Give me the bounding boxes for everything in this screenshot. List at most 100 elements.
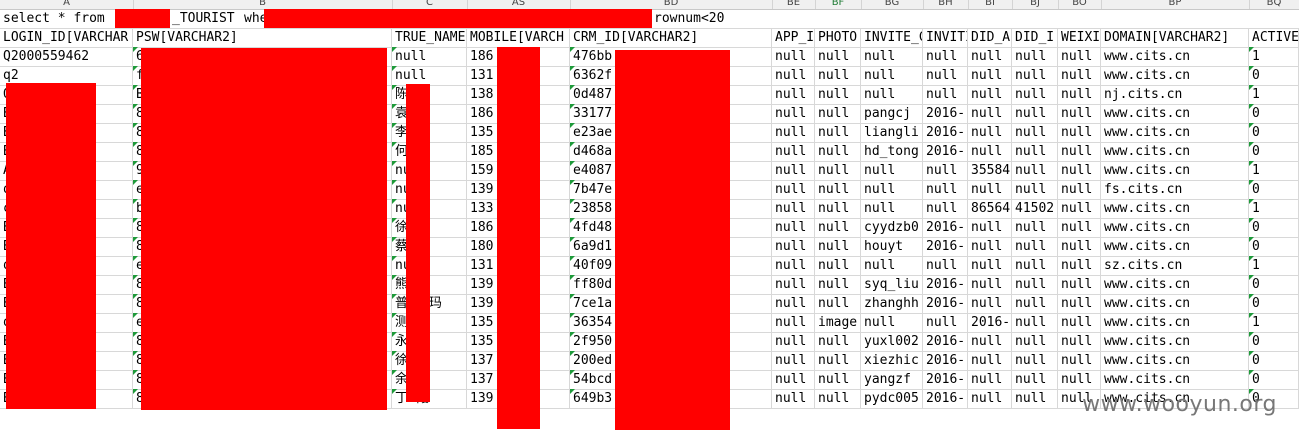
- cell[interactable]: null: [815, 199, 861, 218]
- cell[interactable]: null: [923, 85, 968, 104]
- cell[interactable]: www.cits.cn: [1101, 104, 1249, 123]
- cell[interactable]: null: [772, 370, 815, 389]
- cell[interactable]: 0: [1249, 66, 1299, 85]
- cell[interactable]: null: [1058, 237, 1101, 256]
- cell[interactable]: null: [923, 199, 968, 218]
- cell[interactable]: null: [772, 104, 815, 123]
- cell[interactable]: LOGIN_ID[VARCHAR: [0, 28, 133, 47]
- cell[interactable]: 2016-(: [923, 123, 968, 142]
- cell[interactable]: null: [772, 389, 815, 408]
- column-letter-BP[interactable]: BP: [1101, 0, 1250, 9]
- cell[interactable]: null: [1012, 142, 1058, 161]
- cell[interactable]: syq_liu: [861, 275, 923, 294]
- cell[interactable]: null: [1058, 66, 1101, 85]
- cell[interactable]: hd_tong: [861, 142, 923, 161]
- cell[interactable]: null: [1012, 370, 1058, 389]
- cell[interactable]: null: [1012, 104, 1058, 123]
- cell[interactable]: null: [1012, 332, 1058, 351]
- cell[interactable]: pangcj: [861, 104, 923, 123]
- cell[interactable]: INVITI: [923, 28, 968, 47]
- cell[interactable]: 0: [1249, 104, 1299, 123]
- cell[interactable]: null: [1012, 313, 1058, 332]
- cell[interactable]: null: [815, 332, 861, 351]
- cell[interactable]: null: [772, 313, 815, 332]
- cell[interactable]: 0: [1249, 332, 1299, 351]
- cell[interactable]: null: [772, 85, 815, 104]
- cell[interactable]: www.cits.cn: [1101, 351, 1249, 370]
- cell[interactable]: null: [772, 123, 815, 142]
- cell[interactable]: DOMAIN[VARCHAR2]: [1101, 28, 1249, 47]
- cell[interactable]: null: [1058, 332, 1101, 351]
- cell[interactable]: null: [968, 294, 1012, 313]
- column-letter-BE[interactable]: BE: [772, 0, 816, 9]
- cell[interactable]: 0: [1249, 180, 1299, 199]
- cell[interactable]: www.cits.cn: [1101, 218, 1249, 237]
- cell[interactable]: Q2000559462: [0, 47, 133, 66]
- cell[interactable]: null: [772, 351, 815, 370]
- cell[interactable]: null: [1058, 161, 1101, 180]
- cell[interactable]: null: [968, 85, 1012, 104]
- cell[interactable]: null: [968, 123, 1012, 142]
- cell[interactable]: null: [815, 161, 861, 180]
- cell[interactable]: null: [772, 275, 815, 294]
- cell[interactable]: null: [772, 180, 815, 199]
- cell[interactable]: null: [1058, 85, 1101, 104]
- cell[interactable]: www.cits.cn: [1101, 313, 1249, 332]
- cell[interactable]: null: [1058, 313, 1101, 332]
- cell[interactable]: 1: [1249, 313, 1299, 332]
- cell[interactable]: www.cits.cn: [1101, 199, 1249, 218]
- cell[interactable]: null: [392, 47, 467, 66]
- cell[interactable]: null: [923, 161, 968, 180]
- cell[interactable]: APP_ID: [772, 28, 815, 47]
- cell[interactable]: null: [923, 256, 968, 275]
- cell[interactable]: 2016-(: [923, 351, 968, 370]
- cell[interactable]: 2016-(: [923, 275, 968, 294]
- cell[interactable]: liangli: [861, 123, 923, 142]
- cell[interactable]: null: [923, 66, 968, 85]
- column-letter-C[interactable]: C: [392, 0, 468, 9]
- cell[interactable]: null: [1058, 256, 1101, 275]
- cell[interactable]: MOBILE[VARCH: [467, 28, 570, 47]
- cell[interactable]: null: [815, 66, 861, 85]
- column-letter-BH[interactable]: BH: [923, 0, 969, 9]
- cell[interactable]: 1: [1249, 199, 1299, 218]
- cell[interactable]: PSW[VARCHAR2]: [133, 28, 392, 47]
- cell[interactable]: www.cits.cn: [1101, 123, 1249, 142]
- cell[interactable]: yuxl002: [861, 332, 923, 351]
- cell[interactable]: 2016-(: [923, 389, 968, 408]
- cell[interactable]: null: [1012, 85, 1058, 104]
- cell[interactable]: 1: [1249, 256, 1299, 275]
- cell[interactable]: 0: [1249, 370, 1299, 389]
- cell[interactable]: 2016-(: [923, 332, 968, 351]
- cell[interactable]: 2016-(: [968, 313, 1012, 332]
- cell[interactable]: null: [1058, 180, 1101, 199]
- cell[interactable]: www.cits.cn: [1101, 332, 1249, 351]
- cell[interactable]: null: [968, 237, 1012, 256]
- cell[interactable]: null: [923, 47, 968, 66]
- cell[interactable]: 1: [1249, 47, 1299, 66]
- cell[interactable]: null: [1012, 161, 1058, 180]
- cell[interactable]: null: [968, 180, 1012, 199]
- cell[interactable]: null: [968, 218, 1012, 237]
- cell[interactable]: null: [861, 199, 923, 218]
- cell[interactable]: null: [968, 66, 1012, 85]
- cell[interactable]: null: [1058, 104, 1101, 123]
- cell[interactable]: null: [1012, 218, 1058, 237]
- cell[interactable]: null: [1058, 142, 1101, 161]
- cell[interactable]: 86564: [968, 199, 1012, 218]
- cell[interactable]: DID_I: [1012, 28, 1058, 47]
- cell[interactable]: null: [861, 313, 923, 332]
- cell[interactable]: null: [968, 332, 1012, 351]
- cell[interactable]: 1: [1249, 161, 1299, 180]
- cell[interactable]: null: [1058, 199, 1101, 218]
- cell[interactable]: 2016-(: [923, 294, 968, 313]
- cell[interactable]: null: [923, 180, 968, 199]
- column-letter-A[interactable]: A: [0, 0, 134, 9]
- cell[interactable]: 1: [1249, 85, 1299, 104]
- cell[interactable]: sz.cits.cn: [1101, 256, 1249, 275]
- column-letter-BJ[interactable]: BJ: [1012, 0, 1059, 9]
- cell[interactable]: 2016-(: [923, 104, 968, 123]
- cell[interactable]: 41502: [1012, 199, 1058, 218]
- column-letter-BF[interactable]: BF: [815, 0, 862, 9]
- cell[interactable]: www.cits.cn: [1101, 161, 1249, 180]
